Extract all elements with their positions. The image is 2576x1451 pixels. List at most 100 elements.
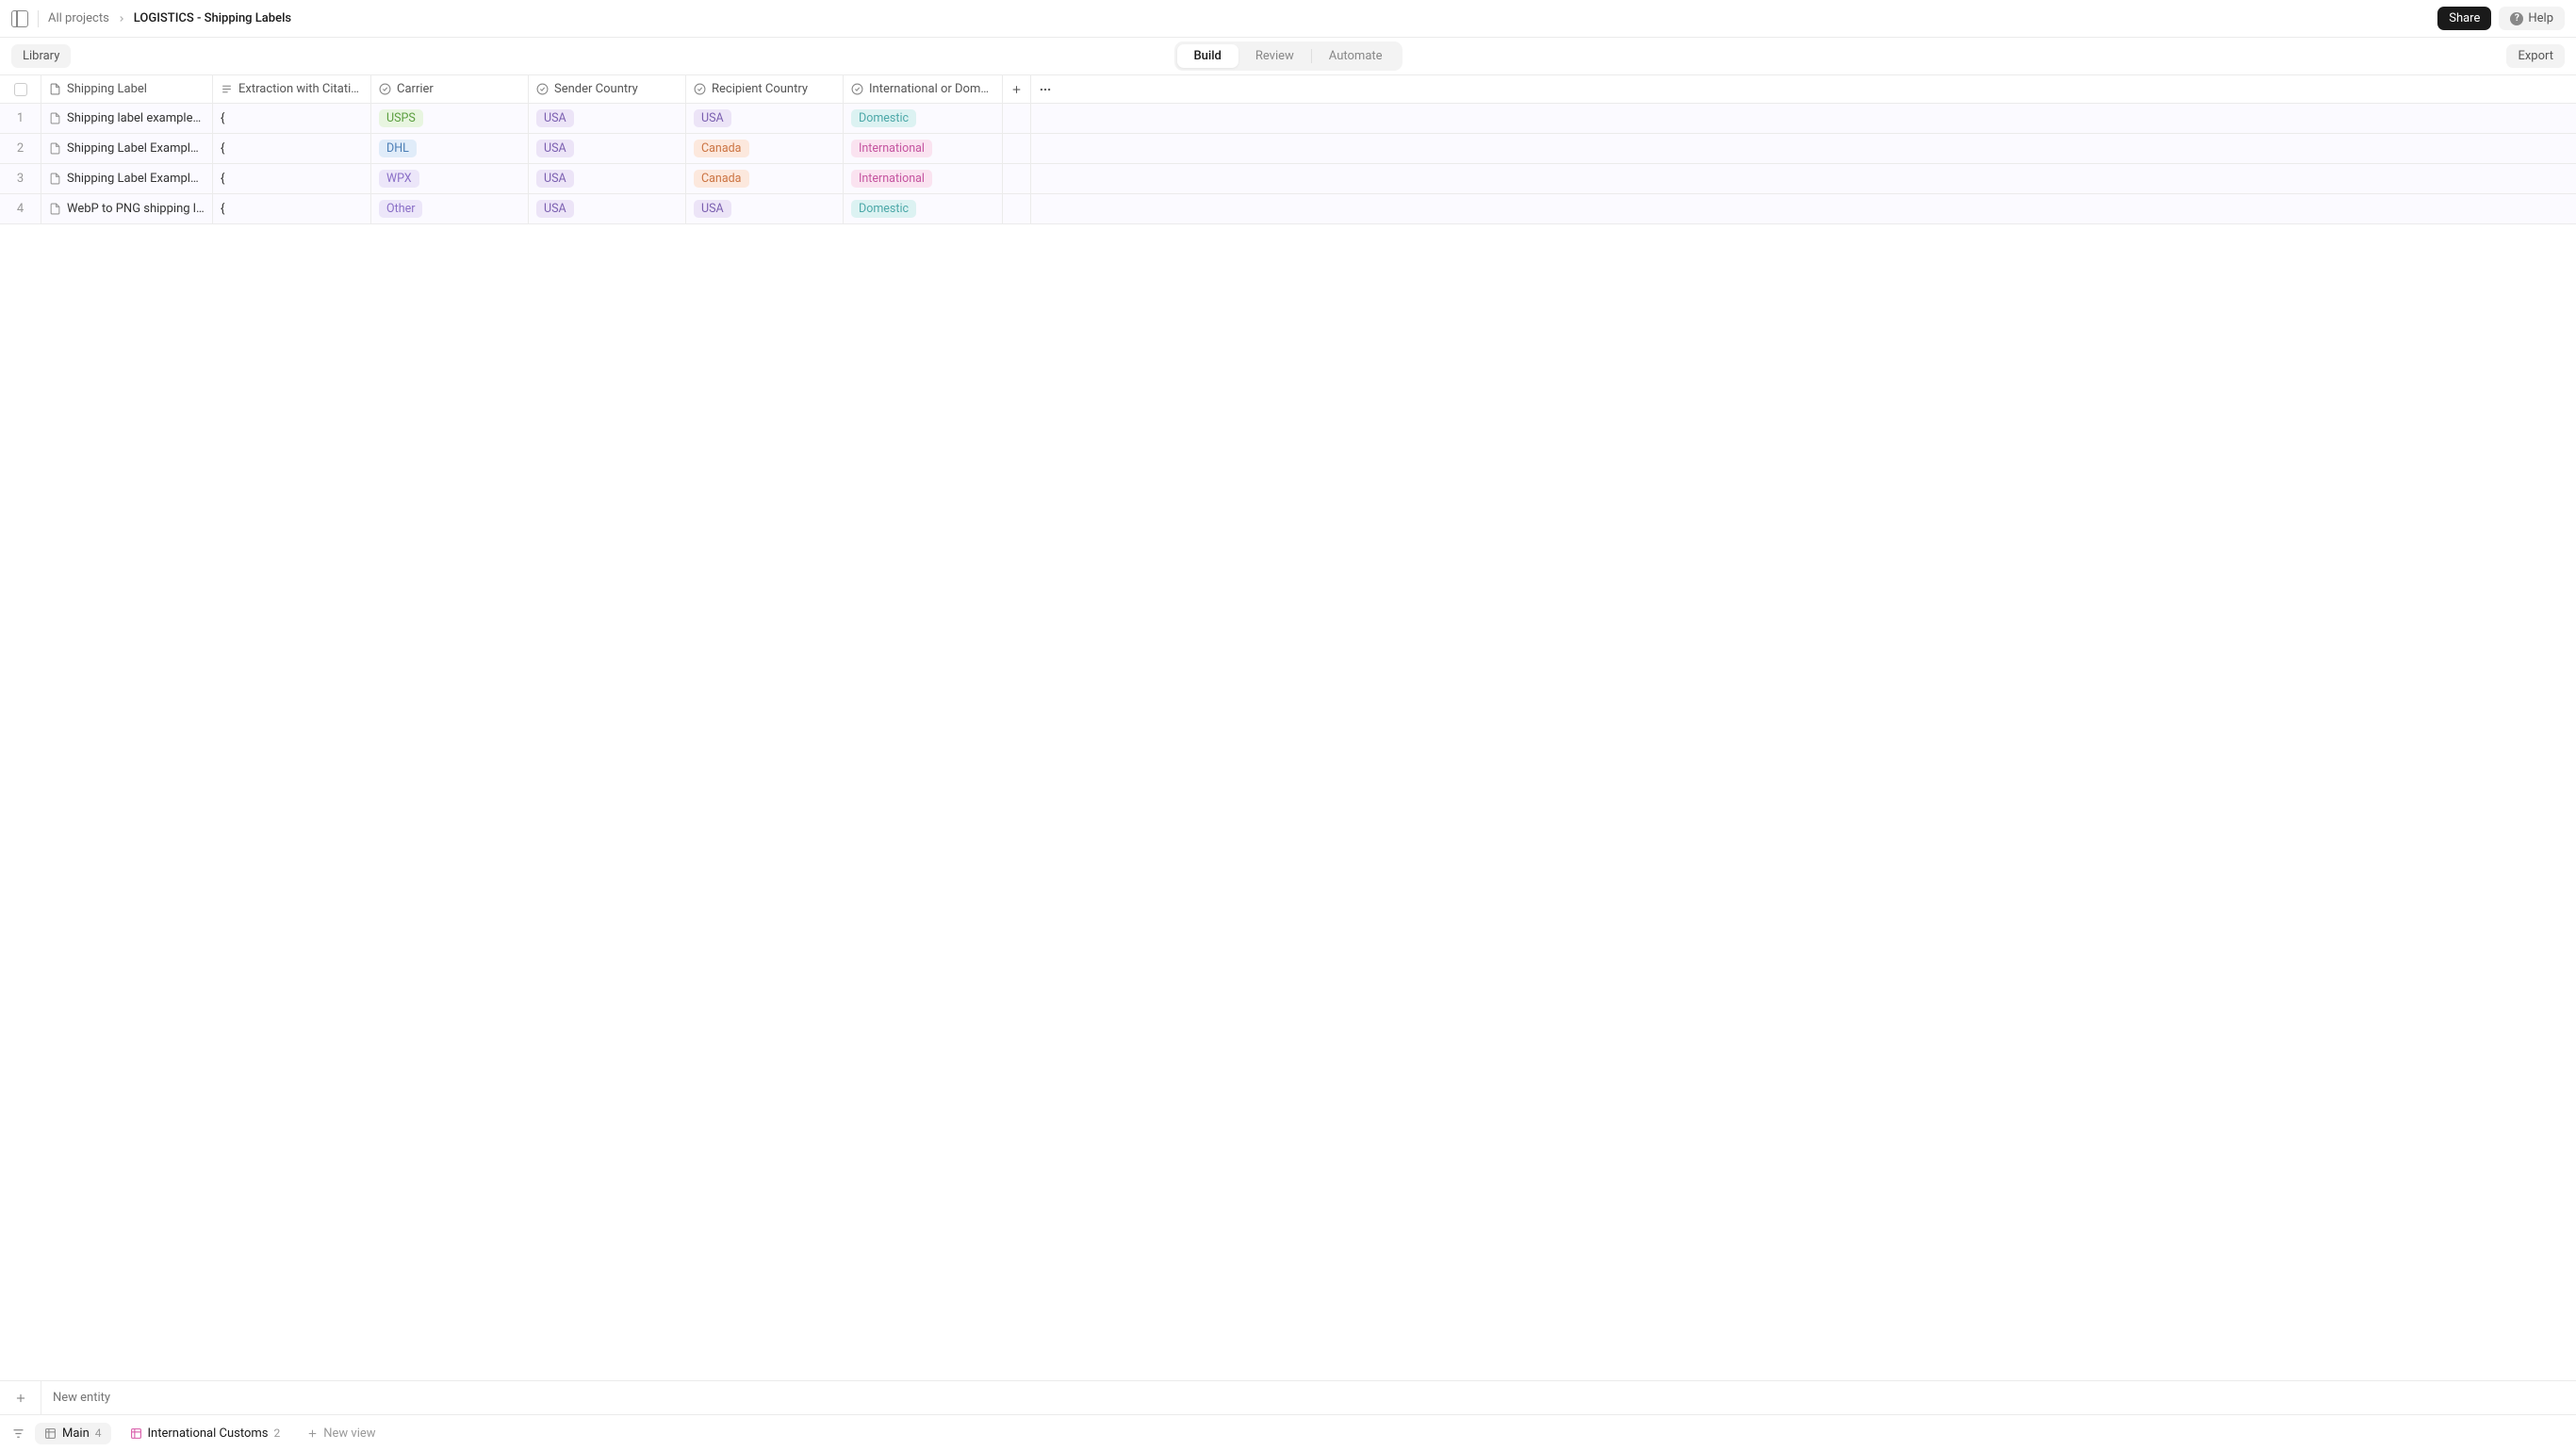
cell-carrier[interactable]: Other <box>371 194 529 223</box>
table-header-row: Shipping Label Extraction with Citations… <box>0 75 2576 104</box>
cell-recipient-country[interactable]: USA <box>686 194 844 223</box>
carrier-tag: DHL <box>379 140 417 157</box>
table-scroll-area[interactable]: Shipping Label Extraction with Citations… <box>0 75 2576 1380</box>
cell-sender-country[interactable]: USA <box>529 104 686 133</box>
sender-country-tag: USA <box>536 170 574 188</box>
breadcrumb-current: LOGISTICS - Shipping Labels <box>134 11 291 25</box>
sender-country-tag: USA <box>536 200 574 218</box>
view-mode-segmented: Build Review Automate <box>1173 41 1402 71</box>
breadcrumb-root-link[interactable]: All projects <box>48 11 109 25</box>
cell-extraction[interactable]: { <box>213 134 371 163</box>
cell-carrier[interactable]: USPS <box>371 104 529 133</box>
cell-empty <box>1031 194 1059 223</box>
cell-empty <box>1031 164 1059 193</box>
table-row[interactable]: 4WebP to PNG shipping la...{OtherUSAUSAD… <box>0 194 2576 224</box>
row-number: 3 <box>0 164 41 193</box>
cell-carrier[interactable]: DHL <box>371 134 529 163</box>
cell-shipping-label[interactable]: Shipping Label Example... <box>41 134 213 163</box>
column-header-shipping-label[interactable]: Shipping Label <box>41 75 213 103</box>
cell-sender-country[interactable]: USA <box>529 164 686 193</box>
new-entity-row <box>0 1381 2576 1415</box>
cell-shipping-label[interactable]: Shipping label examples.... <box>41 104 213 133</box>
cell-sender-country[interactable]: USA <box>529 134 686 163</box>
tab-review[interactable]: Review <box>1239 44 1311 68</box>
new-entity-plus-button[interactable] <box>0 1381 41 1414</box>
plus-icon <box>306 1427 319 1440</box>
footer: Main 4 International Customs 2 New view <box>0 1380 2576 1451</box>
carrier-tag: WPX <box>379 170 419 188</box>
recipient-country-tag: Canada <box>694 140 749 157</box>
cell-recipient-country[interactable]: Canada <box>686 134 844 163</box>
cell-extraction[interactable]: { <box>213 164 371 193</box>
list-icon <box>221 83 233 95</box>
cell-shipping-label[interactable]: Shipping Label Example... <box>41 164 213 193</box>
view-tab-label: Main <box>62 1426 90 1441</box>
column-header-carrier[interactable]: Carrier <box>371 75 529 103</box>
column-label: International or Domes... <box>869 82 994 96</box>
document-icon <box>49 173 61 185</box>
header-bar: All projects LOGISTICS - Shipping Labels… <box>0 0 2576 38</box>
sidebar-toggle-icon[interactable] <box>11 10 28 27</box>
cell-recipient-country[interactable]: Canada <box>686 164 844 193</box>
column-label: Carrier <box>397 82 434 96</box>
export-button[interactable]: Export <box>2506 44 2565 68</box>
table-icon <box>130 1427 142 1440</box>
column-more-button[interactable] <box>1031 75 1059 103</box>
more-horizontal-icon <box>1039 83 1052 96</box>
intl-domestic-tag: International <box>851 140 932 157</box>
document-icon <box>49 203 61 215</box>
cell-international-domestic[interactable]: International <box>844 134 1003 163</box>
cell-empty <box>1003 104 1031 133</box>
view-tab-main[interactable]: Main 4 <box>35 1423 111 1444</box>
view-tab-count: 4 <box>95 1426 102 1440</box>
help-icon: ? <box>2510 12 2523 25</box>
table-row[interactable]: 2Shipping Label Example...{DHLUSACanadaI… <box>0 134 2576 164</box>
cell-recipient-country[interactable]: USA <box>686 104 844 133</box>
filter-button[interactable] <box>11 1426 25 1441</box>
file-name: Shipping Label Example... <box>67 141 205 156</box>
intl-domestic-tag: Domestic <box>851 200 916 218</box>
column-header-international-domestic[interactable]: International or Domes... <box>844 75 1003 103</box>
document-icon <box>49 83 61 95</box>
select-all-cell <box>0 75 41 103</box>
share-button[interactable]: Share <box>2437 7 2491 30</box>
check-circle-icon <box>536 83 549 95</box>
sender-country-tag: USA <box>536 140 574 157</box>
toolbar: Library Build Review Automate Export <box>0 38 2576 75</box>
column-header-recipient-country[interactable]: Recipient Country <box>686 75 844 103</box>
view-tab-international-customs[interactable]: International Customs 2 <box>121 1423 290 1444</box>
add-column-button[interactable] <box>1003 75 1031 103</box>
data-table: Shipping Label Extraction with Citations… <box>0 75 2576 224</box>
cell-international-domestic[interactable]: Domestic <box>844 104 1003 133</box>
cell-sender-country[interactable]: USA <box>529 194 686 223</box>
new-entity-input[interactable] <box>41 1381 2576 1414</box>
intl-domestic-tag: Domestic <box>851 109 916 127</box>
cell-international-domestic[interactable]: Domestic <box>844 194 1003 223</box>
carrier-tag: USPS <box>379 109 423 127</box>
cell-empty <box>1003 194 1031 223</box>
tab-automate[interactable]: Automate <box>1312 44 1400 68</box>
cell-empty <box>1003 164 1031 193</box>
breadcrumb: All projects LOGISTICS - Shipping Labels <box>48 11 291 25</box>
cell-extraction[interactable]: { <box>213 104 371 133</box>
table-icon <box>44 1427 57 1440</box>
new-view-button[interactable]: New view <box>299 1423 383 1444</box>
column-header-extraction[interactable]: Extraction with Citations <box>213 75 371 103</box>
library-button[interactable]: Library <box>11 44 71 68</box>
cell-extraction[interactable]: { <box>213 194 371 223</box>
column-header-sender-country[interactable]: Sender Country <box>529 75 686 103</box>
cell-shipping-label[interactable]: WebP to PNG shipping la... <box>41 194 213 223</box>
column-label: Sender Country <box>554 82 638 96</box>
table-row[interactable]: 1Shipping label examples....{USPSUSAUSAD… <box>0 104 2576 134</box>
help-button[interactable]: ? Help <box>2499 7 2565 30</box>
cell-carrier[interactable]: WPX <box>371 164 529 193</box>
cell-international-domestic[interactable]: International <box>844 164 1003 193</box>
tab-build[interactable]: Build <box>1176 44 1238 68</box>
divider <box>38 10 39 27</box>
file-name: Shipping label examples.... <box>67 111 205 125</box>
file-name: WebP to PNG shipping la... <box>67 202 205 216</box>
select-all-checkbox[interactable] <box>14 83 27 96</box>
view-tab-label: International Customs <box>148 1426 269 1441</box>
cell-empty <box>1031 104 1059 133</box>
table-row[interactable]: 3Shipping Label Example...{ WPX USA CanadaI… <box>0 164 2576 194</box>
